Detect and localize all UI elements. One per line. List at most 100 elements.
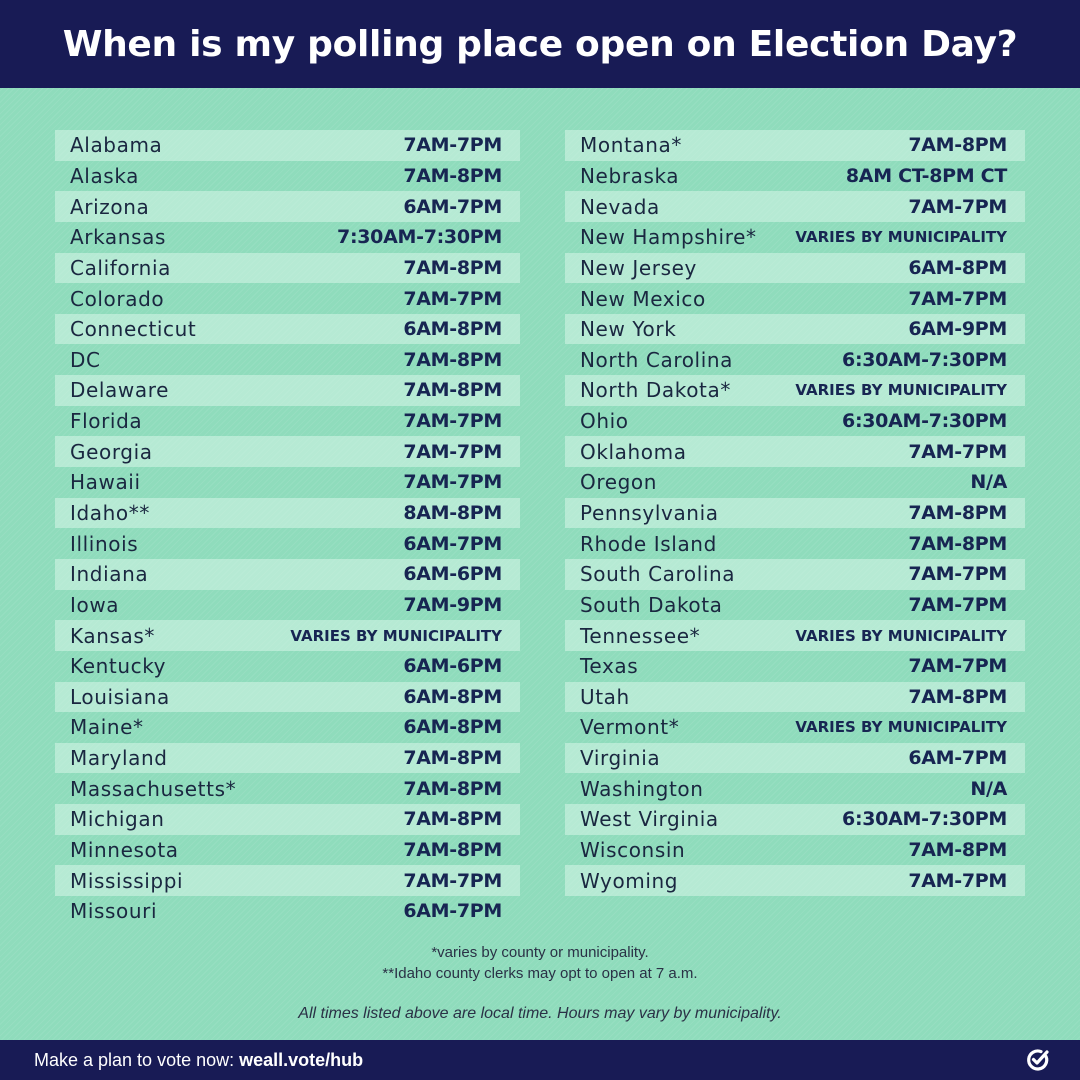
- polling-hours: 6AM-8PM: [403, 716, 502, 739]
- state-row: Georgia 7AM-7PM: [55, 436, 520, 468]
- state-name: New York: [580, 317, 677, 342]
- state-name: Minnesota: [70, 838, 179, 863]
- state-row: Louisiana 6AM-8PM: [55, 681, 520, 713]
- polling-hours: VARIES BY MUNICIPALITY: [795, 228, 1007, 247]
- state-row: New Jersey 6AM-8PM: [565, 252, 1025, 284]
- polling-hours: 7AM-8PM: [908, 839, 1007, 862]
- polling-hours: 7AM-7PM: [403, 440, 502, 463]
- polling-hours: 6AM-7PM: [403, 195, 502, 218]
- polling-hours: 6AM-8PM: [908, 256, 1007, 279]
- state-name: Montana*: [580, 133, 682, 158]
- state-name: Illinois: [70, 531, 139, 556]
- state-name: Colorado: [70, 286, 165, 311]
- check-circle-icon: [1027, 1049, 1049, 1071]
- state-name: Connecticut: [70, 317, 197, 342]
- polling-hours: 6AM-7PM: [908, 747, 1007, 770]
- state-row: Alaska 7AM-8PM: [55, 161, 520, 192]
- state-row: West Virginia 6:30AM-7:30PM: [565, 804, 1025, 835]
- hub-link[interactable]: weall.vote/hub: [239, 1050, 363, 1070]
- polling-hours: 7AM-7PM: [403, 471, 502, 494]
- state-name: Nebraska: [580, 163, 680, 188]
- state-name: North Dakota*: [580, 378, 731, 403]
- polling-hours: 7AM-7PM: [908, 593, 1007, 616]
- state-name: Washington: [580, 776, 704, 801]
- polling-hours: 8AM-8PM: [403, 502, 502, 524]
- right-column-table: Montana* 7AM-8PM Nebraska 8AM CT-8PM CT Neva…: [565, 130, 1025, 897]
- header-banner: When is my polling place open on Electio…: [0, 0, 1080, 88]
- polling-hours: 7AM-8PM: [403, 839, 502, 862]
- state-row: Florida 7AM-7PM: [55, 406, 520, 437]
- state-name: DC: [70, 347, 101, 372]
- state-row: Massachusetts* 7AM-8PM: [55, 773, 520, 804]
- state-name: Virginia: [580, 746, 661, 771]
- state-row: Montana* 7AM-8PM: [565, 130, 1025, 161]
- state-name: Texas: [580, 654, 639, 679]
- state-name: Oregon: [580, 470, 658, 495]
- state-name: New Jersey: [580, 255, 697, 280]
- state-row: Arizona 6AM-7PM: [55, 191, 520, 222]
- footnote-double-asterisk: **Idaho county clerks may opt to open at…: [382, 965, 698, 982]
- state-name: Wyoming: [580, 868, 679, 893]
- polling-hours: 6AM-8PM: [403, 318, 502, 341]
- state-row: North Carolina 6:30AM-7:30PM: [565, 344, 1025, 375]
- state-name: Alabama: [70, 133, 163, 158]
- left-column-table: Alabama 7AM-7PM Alaska 7AM-8PM Arizona 6AM-7P…: [55, 130, 520, 927]
- disclaimer-note: All times listed above are local time. H…: [298, 1005, 782, 1022]
- state-row: Michigan 7AM-8PM: [55, 804, 520, 835]
- state-name: Alaska: [70, 163, 140, 188]
- state-name: South Dakota: [580, 592, 723, 617]
- state-row: Missouri 6AM-7PM: [55, 896, 520, 927]
- polling-hours: VARIES BY MUNICIPALITY: [290, 626, 502, 645]
- state-name: North Carolina: [580, 347, 733, 372]
- state-row: Illinois 6AM-7PM: [55, 528, 520, 559]
- state-row: Washington N/A: [565, 773, 1025, 804]
- state-name: West Virginia: [580, 807, 719, 832]
- state-row: Ohio 6:30AM-7:30PM: [565, 406, 1025, 437]
- state-row: Delaware 7AM-8PM: [55, 375, 520, 406]
- state-row: Utah 7AM-8PM: [565, 681, 1025, 713]
- state-row: Wisconsin 7AM-8PM: [565, 835, 1025, 866]
- state-name: Oklahoma: [580, 439, 687, 464]
- state-row: North Dakota* VARIES BY MUNICIPALITY: [565, 375, 1025, 406]
- state-row: Kentucky 6AM-6PM: [55, 651, 520, 682]
- footer-cta: Make a plan to vote now: weall.vote/hub: [34, 1050, 363, 1071]
- state-name: Idaho**: [70, 501, 150, 525]
- state-row: Wyoming 7AM-7PM: [565, 865, 1025, 897]
- state-row: South Dakota 7AM-7PM: [565, 590, 1025, 621]
- state-row: Maine* 6AM-8PM: [55, 712, 520, 743]
- state-row: California 7AM-8PM: [55, 252, 520, 284]
- polling-hours: 7AM-9PM: [403, 593, 502, 616]
- state-name: New Hampshire*: [580, 225, 757, 250]
- polling-hours: N/A: [970, 471, 1007, 494]
- state-name: California: [70, 255, 171, 280]
- polling-hours: 6:30AM-7:30PM: [842, 348, 1007, 371]
- polling-hours: 7AM-8PM: [403, 747, 502, 770]
- state-row: Mississippi 7AM-7PM: [55, 865, 520, 897]
- state-row: Tennessee* VARIES BY MUNICIPALITY: [565, 620, 1025, 651]
- polling-hours: 7AM-7PM: [403, 287, 502, 310]
- state-name: South Carolina: [580, 562, 736, 587]
- polling-hours: N/A: [970, 777, 1007, 800]
- state-name: Arkansas: [70, 225, 166, 250]
- state-row: Texas 7AM-7PM: [565, 651, 1025, 682]
- cta-text: Make a plan to vote now:: [34, 1049, 240, 1070]
- state-row: Rhode Island 7AM-8PM: [565, 528, 1025, 559]
- state-row: Alabama 7AM-7PM: [55, 130, 520, 161]
- state-row: Indiana 6AM-6PM: [55, 558, 520, 590]
- state-row: Kansas* VARIES BY MUNICIPALITY: [55, 620, 520, 651]
- polling-hours: 7AM-7PM: [403, 410, 502, 433]
- state-name: Rhode Island: [580, 531, 717, 556]
- state-row: Hawaii 7AM-7PM: [55, 467, 520, 498]
- polling-hours: 7AM-7PM: [908, 287, 1007, 310]
- state-row: Minnesota 7AM-8PM: [55, 835, 520, 866]
- state-row: Oklahoma 7AM-7PM: [565, 436, 1025, 468]
- state-row: Arkansas 7:30AM-7:30PM: [55, 222, 520, 253]
- polling-hours: 6AM-8PM: [403, 685, 502, 708]
- state-row: DC 7AM-8PM: [55, 344, 520, 375]
- state-name: Tennessee*: [580, 623, 701, 648]
- polling-hours: 6AM-7PM: [403, 532, 502, 555]
- polling-hours: VARIES BY MUNICIPALITY: [795, 718, 1007, 737]
- polling-hours: 7AM-8PM: [908, 685, 1007, 708]
- state-row: Nebraska 8AM CT-8PM CT: [565, 161, 1025, 192]
- polling-hours: 7AM-8PM: [403, 808, 502, 831]
